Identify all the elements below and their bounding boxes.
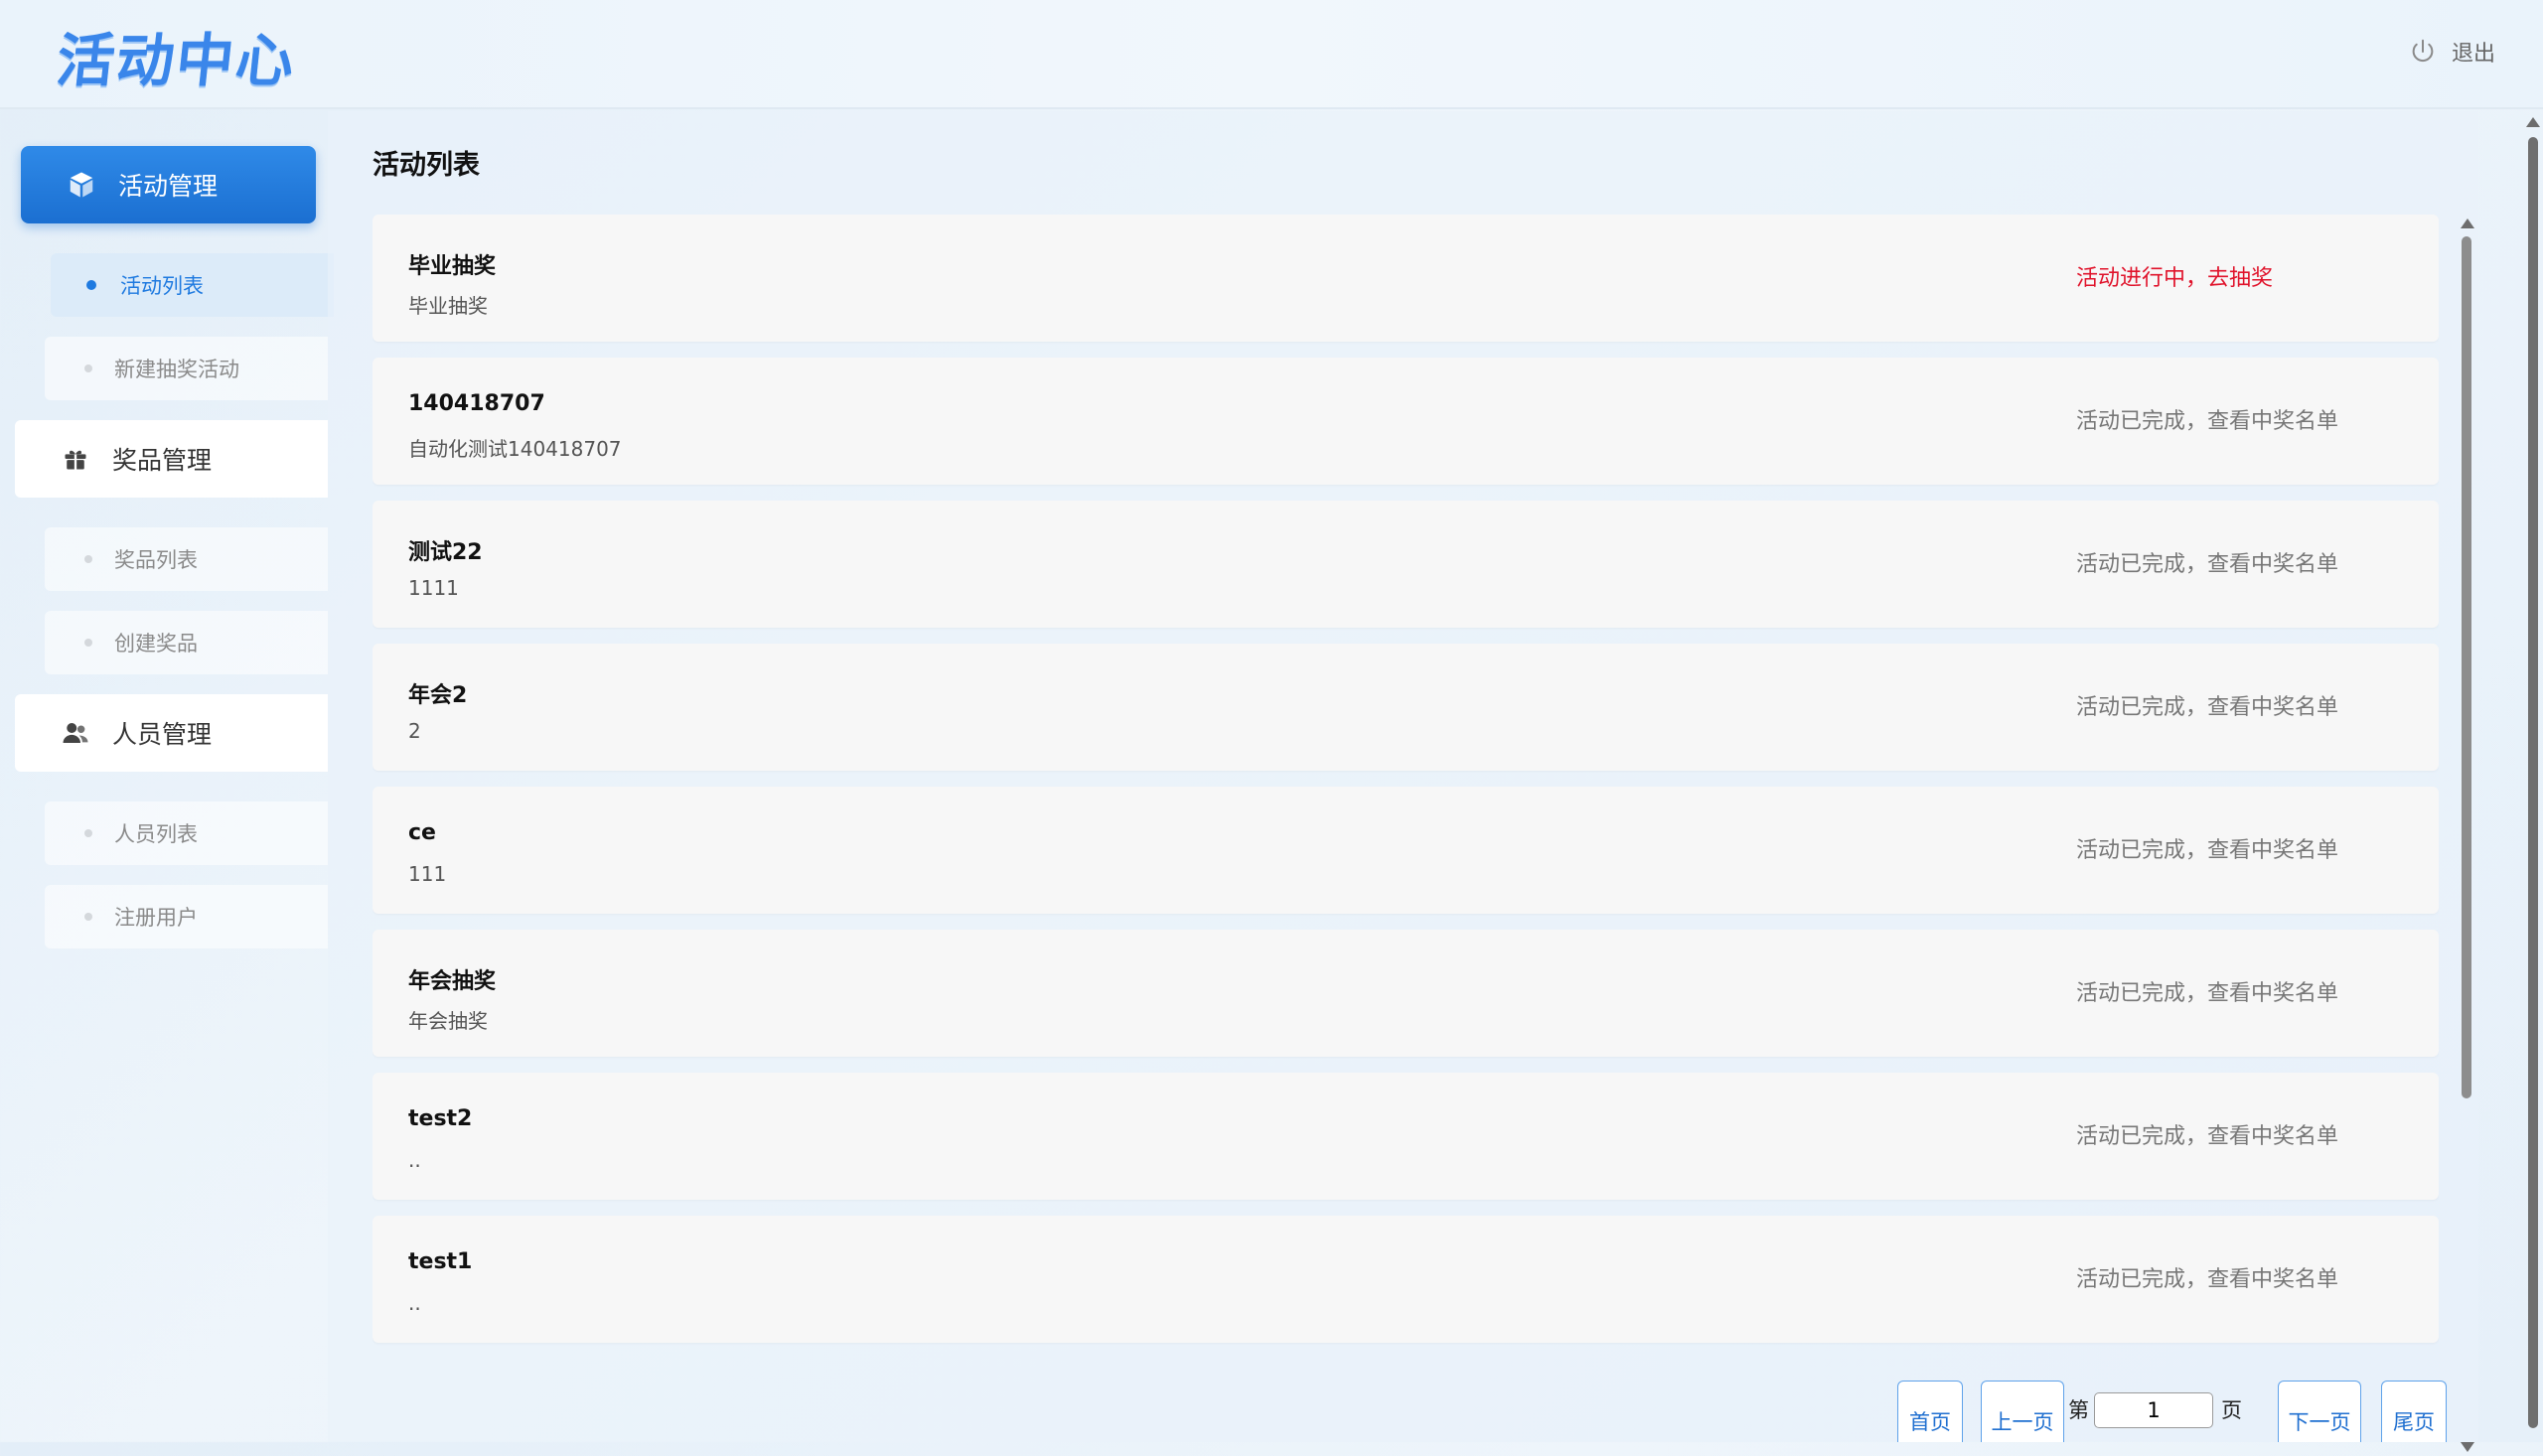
activity-card[interactable]: 毕业抽奖 毕业抽奖 活动进行中，去抽奖 — [373, 215, 2439, 342]
activity-status-link[interactable]: 活动已完成，查看中奖名单 — [2076, 689, 2338, 721]
activity-status-link[interactable]: 活动已完成，查看中奖名单 — [2076, 1261, 2338, 1293]
activity-desc: 111 — [408, 862, 447, 886]
top-header: 活动中心 退出 — [0, 0, 2543, 109]
activity-card[interactable]: 140418707 自动化测试140418707 活动已完成，查看中奖名单 — [373, 358, 2439, 485]
bullet-icon — [86, 280, 96, 290]
first-page-button[interactable]: 首页 — [1897, 1381, 1963, 1442]
activity-name: test1 — [408, 1249, 473, 1274]
sidebar-item-create-prize[interactable]: 创建奖品 — [45, 611, 328, 674]
activity-name: test2 — [408, 1106, 473, 1131]
bullet-icon — [84, 913, 92, 921]
activity-status-link[interactable]: 活动已完成，查看中奖名单 — [2076, 975, 2338, 1007]
bullet-icon — [84, 364, 92, 372]
sidebar-item-people-list[interactable]: 人员列表 — [45, 801, 328, 865]
activity-status-link[interactable]: 活动已完成，查看中奖名单 — [2076, 546, 2338, 578]
activity-card[interactable]: 年会抽奖 年会抽奖 活动已完成，查看中奖名单 — [373, 930, 2439, 1057]
activity-card[interactable]: test2 .. 活动已完成，查看中奖名单 — [373, 1073, 2439, 1200]
activity-status-link[interactable]: 活动已完成，查看中奖名单 — [2076, 1118, 2338, 1150]
activity-desc: 2 — [408, 719, 421, 743]
pagination: 首页 上一页 第 页 下一页 尾页 — [1897, 1381, 2454, 1442]
page-number-input[interactable] — [2094, 1392, 2213, 1428]
sidebar-item-activity-list[interactable]: 活动列表 — [51, 253, 334, 317]
app-logo: 活动中心 — [53, 27, 300, 94]
activity-card[interactable]: 测试22 1111 活动已完成，查看中奖名单 — [373, 501, 2439, 628]
sidebar-group-label: 活动管理 — [118, 172, 219, 201]
activity-card[interactable]: 年会2 2 活动已完成，查看中奖名单 — [373, 644, 2439, 771]
users-icon — [59, 716, 92, 750]
page-prefix-label: 第 — [2068, 1398, 2089, 1422]
sidebar-group-label: 人员管理 — [112, 720, 213, 749]
main-panel: 活动列表 毕业抽奖 毕业抽奖 活动进行中，去抽奖 140418707 自动化测试… — [328, 111, 2478, 1452]
logout-button[interactable]: 退出 — [2408, 32, 2495, 72]
sidebar-item-prize-list[interactable]: 奖品列表 — [45, 527, 328, 591]
activity-name: 年会抽奖 — [408, 969, 497, 994]
sidebar-item-register-user[interactable]: 注册用户 — [45, 885, 328, 948]
next-page-button[interactable]: 下一页 — [2278, 1381, 2361, 1442]
sidebar-group-people[interactable]: 人员管理 — [15, 694, 328, 772]
sidebar-group-activity[interactable]: 活动管理 — [21, 146, 316, 223]
activity-card[interactable]: test1 .. 活动已完成，查看中奖名单 — [373, 1216, 2439, 1343]
scroll-down-arrow-icon[interactable] — [2461, 1442, 2474, 1452]
list-scrollbar[interactable] — [2459, 215, 2474, 1456]
activity-status-link[interactable]: 活动进行中，去抽奖 — [2076, 260, 2273, 292]
activity-desc: .. — [408, 1291, 421, 1315]
logout-label: 退出 — [2451, 42, 2495, 67]
activity-status-link[interactable]: 活动已完成，查看中奖名单 — [2076, 832, 2338, 864]
scroll-up-arrow-icon[interactable] — [2461, 218, 2474, 228]
activity-desc: .. — [408, 1148, 421, 1172]
sidebar-item-new-lottery[interactable]: 新建抽奖活动 — [45, 337, 328, 400]
sidebar-item-label: 奖品列表 — [114, 548, 198, 572]
last-page-button[interactable]: 尾页 — [2381, 1381, 2447, 1442]
cube-icon — [65, 168, 98, 202]
activity-name: ce — [408, 820, 436, 845]
activity-card[interactable]: ce 111 活动已完成，查看中奖名单 — [373, 787, 2439, 914]
sidebar-item-label: 新建抽奖活动 — [114, 358, 239, 381]
activity-list[interactable]: 毕业抽奖 毕业抽奖 活动进行中，去抽奖 140418707 自动化测试14041… — [373, 215, 2439, 1456]
page-scrollbar[interactable] — [2523, 111, 2543, 1442]
sidebar-group-prize[interactable]: 奖品管理 — [15, 420, 328, 498]
activity-name: 年会2 — [408, 683, 468, 708]
sidebar: 活动管理 活动列表 新建抽奖活动 奖品管理 奖品列表 创建奖品 人员管理 人员列… — [0, 111, 334, 1442]
bullet-icon — [84, 639, 92, 647]
page-title: 活动列表 — [373, 150, 480, 181]
sidebar-group-label: 奖品管理 — [112, 446, 213, 475]
page-scroll-up-arrow-icon[interactable] — [2526, 117, 2540, 127]
activity-name: 140418707 — [408, 391, 545, 416]
sidebar-item-label: 注册用户 — [114, 906, 198, 930]
activity-desc: 毕业抽奖 — [408, 294, 488, 318]
activity-name: 毕业抽奖 — [408, 254, 497, 279]
activity-desc: 1111 — [408, 576, 459, 600]
page-scroll-thumb[interactable] — [2528, 137, 2538, 1428]
bullet-icon — [84, 555, 92, 563]
activity-desc: 年会抽奖 — [408, 1009, 488, 1033]
sidebar-item-label: 创建奖品 — [114, 632, 198, 655]
prev-page-button[interactable]: 上一页 — [1981, 1381, 2064, 1442]
gift-icon — [59, 442, 92, 476]
activity-name: 测试22 — [408, 540, 483, 565]
bullet-icon — [84, 829, 92, 837]
activity-desc: 自动化测试140418707 — [408, 437, 622, 461]
power-icon — [2408, 37, 2438, 67]
activity-status-link[interactable]: 活动已完成，查看中奖名单 — [2076, 403, 2338, 435]
sidebar-item-label: 活动列表 — [120, 274, 204, 298]
sidebar-item-label: 人员列表 — [114, 822, 198, 846]
list-scroll-thumb[interactable] — [2462, 236, 2471, 1098]
page-suffix-label: 页 — [2221, 1398, 2242, 1422]
